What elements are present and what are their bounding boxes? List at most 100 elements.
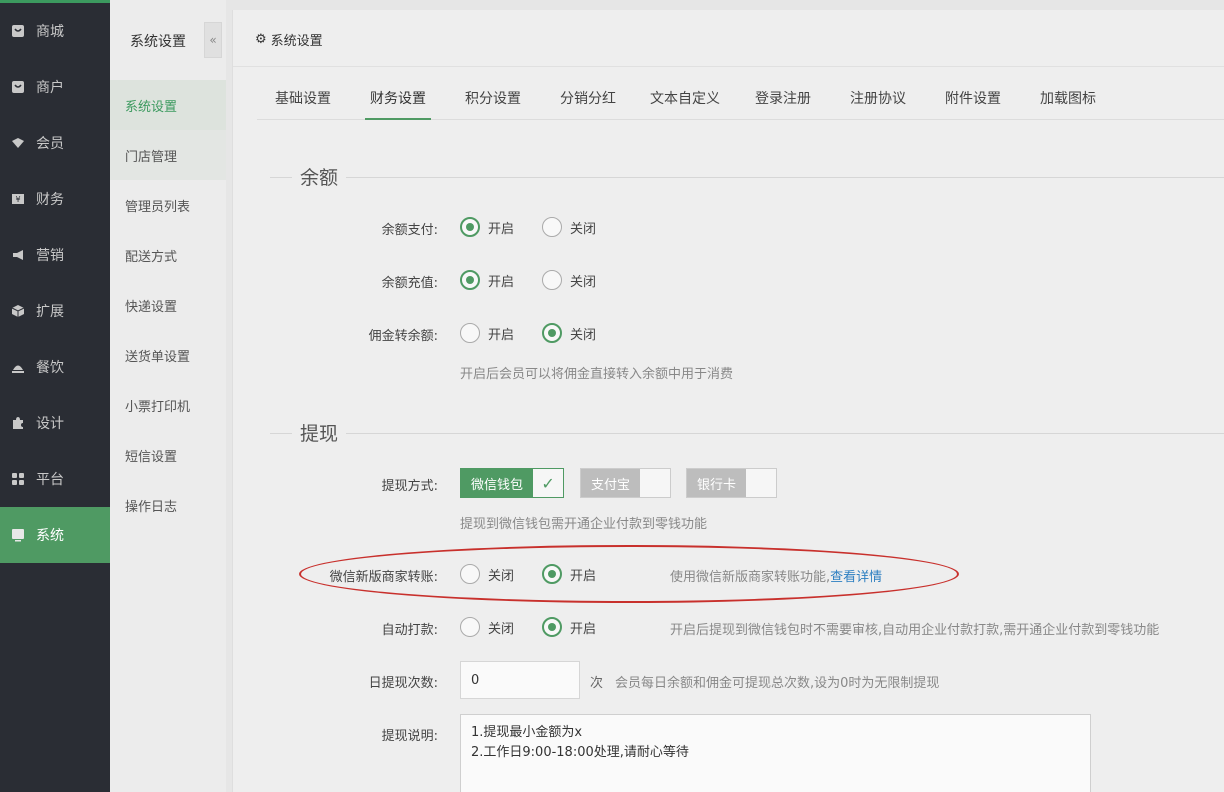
balance-pay-on-radio[interactable]: 开启 bbox=[460, 217, 514, 237]
tab-basic[interactable]: 基础设置 bbox=[275, 88, 331, 120]
balance-recharge-off-radio[interactable]: 关闭 bbox=[542, 270, 596, 290]
member-icon bbox=[10, 135, 26, 151]
wx-transfer-on-radio[interactable]: 开启 bbox=[542, 564, 596, 584]
tab-distribution[interactable]: 分销分红 bbox=[560, 88, 616, 120]
sub-item-system-settings[interactable]: 系统设置 bbox=[110, 80, 226, 130]
radio-circle bbox=[542, 617, 562, 637]
dining-icon bbox=[10, 359, 26, 375]
nav-item-extend[interactable]: 扩展 bbox=[0, 283, 110, 339]
nav-label: 商户 bbox=[36, 80, 64, 96]
commission-off-radio[interactable]: 关闭 bbox=[542, 323, 596, 343]
title-divider bbox=[233, 66, 1224, 67]
view-details-link[interactable]: 查看详情 bbox=[830, 570, 882, 585]
method-wechat-label: 微信钱包 bbox=[461, 469, 534, 497]
method-alipay-label: 支付宝 bbox=[581, 469, 641, 497]
megaphone-icon bbox=[10, 247, 26, 263]
balance-recharge-label: 余额充值: bbox=[381, 276, 438, 291]
radio-label: 关闭 bbox=[570, 221, 597, 237]
sub-item-delivery-note[interactable]: 送货单设置 bbox=[110, 330, 226, 380]
cube-icon bbox=[10, 303, 26, 319]
nav-label: 营销 bbox=[36, 248, 64, 264]
sub-item-admin-list[interactable]: 管理员列表 bbox=[110, 180, 226, 230]
nav-label: 设计 bbox=[36, 416, 64, 432]
balance-recharge-on-radio[interactable]: 开启 bbox=[460, 270, 514, 290]
nav-item-dining[interactable]: 餐饮 bbox=[0, 339, 110, 395]
sub-item-store-management[interactable]: 门店管理 bbox=[110, 130, 226, 180]
withdraw-method-hint: 提现到微信钱包需开通企业付款到零钱功能 bbox=[460, 517, 708, 532]
sub-item-sms-settings[interactable]: 短信设置 bbox=[110, 430, 226, 480]
tab-loading-icon[interactable]: 加载图标 bbox=[1040, 88, 1096, 120]
auto-pay-on-radio[interactable]: 开启 bbox=[542, 617, 596, 637]
checkmark-icon: ✓ bbox=[541, 473, 555, 493]
radio-circle bbox=[460, 564, 480, 584]
withdraw-desc-textarea[interactable]: 1.提现最小金额为x 2.工作日9:00-18:00处理,请耐心等待 bbox=[460, 714, 1091, 792]
empty-box bbox=[746, 469, 776, 497]
nav-label: 餐饮 bbox=[36, 360, 64, 376]
method-alipay-checkbox[interactable]: 支付宝 bbox=[580, 468, 672, 498]
radio-circle bbox=[460, 323, 480, 343]
nav-label: 会员 bbox=[36, 136, 64, 152]
balance-divider bbox=[270, 177, 1224, 178]
nav-item-marketing[interactable]: 营销 bbox=[0, 227, 110, 283]
tab-attachment[interactable]: 附件设置 bbox=[945, 88, 1001, 120]
main-nav: 商城 商户 会员 ¥ 财务 营销 扩展 餐饮 设计 平台 系统 bbox=[0, 0, 110, 792]
radio-circle bbox=[542, 323, 562, 343]
shop-icon bbox=[10, 23, 26, 39]
radio-label: 开启 bbox=[488, 221, 515, 237]
balance-pay-off-radio[interactable]: 关闭 bbox=[542, 217, 596, 237]
daily-count-unit: 次 bbox=[590, 676, 604, 691]
nav-label: 财务 bbox=[36, 192, 64, 208]
radio-label: 开启 bbox=[570, 568, 597, 584]
method-wechat-checkbox[interactable]: 微信钱包 ✓ bbox=[460, 468, 565, 498]
page-title: ⚙ 系统设置 bbox=[255, 30, 323, 49]
auto-pay-label: 自动打款: bbox=[381, 623, 438, 638]
merchant-icon bbox=[10, 79, 26, 95]
radio-circle bbox=[542, 270, 562, 290]
daily-count-input[interactable]: 0 bbox=[460, 661, 580, 699]
section-title-withdraw: 提现 bbox=[292, 419, 347, 446]
tab-login-register[interactable]: 登录注册 bbox=[755, 88, 811, 120]
radio-label: 开启 bbox=[570, 621, 597, 637]
nav-label: 商城 bbox=[36, 24, 64, 40]
sub-item-delivery-method[interactable]: 配送方式 bbox=[110, 230, 226, 280]
puzzle-icon bbox=[10, 415, 26, 431]
auto-pay-hint: 开启后提现到微信钱包时不需要审核,自动用企业付款打款,需开通企业付款到零钱功能 bbox=[670, 623, 1160, 638]
tab-points[interactable]: 积分设置 bbox=[465, 88, 521, 120]
sub-item-operation-log[interactable]: 操作日志 bbox=[110, 480, 226, 530]
collapse-button[interactable]: « bbox=[204, 22, 222, 58]
withdraw-desc-label: 提现说明: bbox=[381, 729, 438, 744]
wx-transfer-off-radio[interactable]: 关闭 bbox=[460, 564, 514, 584]
nav-item-finance[interactable]: ¥ 财务 bbox=[0, 171, 110, 227]
finance-icon: ¥ bbox=[10, 191, 26, 207]
sub-item-express-settings[interactable]: 快递设置 bbox=[110, 280, 226, 330]
nav-item-system[interactable]: 系统 bbox=[0, 507, 110, 563]
gear-icon: ⚙ bbox=[255, 32, 267, 47]
radio-label: 关闭 bbox=[570, 274, 597, 290]
commission-hint: 开启后会员可以将佣金直接转入余额中用于消费 bbox=[460, 367, 734, 382]
tab-finance[interactable]: 财务设置 bbox=[365, 88, 431, 120]
wx-transfer-hint-text: 使用微信新版商家转账功能, bbox=[670, 570, 831, 585]
radio-label: 开启 bbox=[488, 274, 515, 290]
sub-item-receipt-printer[interactable]: 小票打印机 bbox=[110, 380, 226, 430]
nav-item-shop[interactable]: 商城 bbox=[0, 3, 110, 59]
sub-nav: 系统设置 « 系统设置 门店管理 管理员列表 配送方式 快递设置 送货单设置 小… bbox=[110, 0, 226, 792]
nav-item-platform[interactable]: 平台 bbox=[0, 451, 110, 507]
radio-circle bbox=[460, 617, 480, 637]
nav-item-merchant[interactable]: 商户 bbox=[0, 59, 110, 115]
method-bankcard-checkbox[interactable]: 银行卡 bbox=[686, 468, 778, 498]
radio-circle bbox=[460, 270, 480, 290]
withdraw-divider bbox=[270, 433, 1224, 434]
method-bankcard-label: 银行卡 bbox=[687, 469, 747, 497]
nav-item-member[interactable]: 会员 bbox=[0, 115, 110, 171]
tab-register-agreement[interactable]: 注册协议 bbox=[850, 88, 906, 120]
radio-label: 关闭 bbox=[488, 621, 515, 637]
section-title-balance: 余额 bbox=[292, 163, 347, 190]
nav-item-design[interactable]: 设计 bbox=[0, 395, 110, 451]
tab-text-custom[interactable]: 文本自定义 bbox=[650, 88, 720, 120]
nav-label: 平台 bbox=[36, 472, 64, 488]
commission-on-radio[interactable]: 开启 bbox=[460, 323, 514, 343]
radio-label: 开启 bbox=[488, 327, 515, 343]
svg-text:¥: ¥ bbox=[15, 195, 20, 204]
auto-pay-off-radio[interactable]: 关闭 bbox=[460, 617, 514, 637]
radio-circle bbox=[460, 217, 480, 237]
